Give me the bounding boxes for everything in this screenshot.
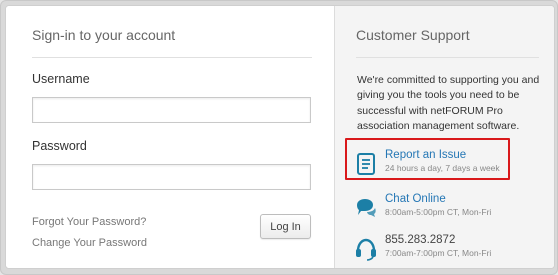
username-label: Username: [32, 72, 90, 86]
phone-support: 855.283.2872 7:00am-7:00pm CT, Mon-Fri: [355, 234, 545, 268]
password-label: Password: [32, 139, 87, 153]
headset-icon: [356, 238, 376, 261]
password-input[interactable]: [32, 164, 311, 190]
forgot-password-link[interactable]: Forgot Your Password?: [32, 216, 146, 228]
chat-online-title[interactable]: Chat Online: [385, 193, 446, 205]
support-intro: We're committed to supporting you and gi…: [357, 74, 540, 133]
signin-heading: Sign-in to your account: [32, 27, 176, 43]
support-heading: Customer Support: [356, 27, 470, 43]
change-password-link[interactable]: Change Your Password: [32, 237, 147, 249]
chat-online-link[interactable]: Chat Online 8:00am-5:00pm CT, Mon-Fri: [355, 193, 545, 227]
chat-icon: [357, 199, 376, 217]
signin-divider: [32, 57, 312, 58]
report-issue-highlight: [345, 138, 510, 180]
username-input[interactable]: [32, 97, 311, 123]
phone-number: 855.283.2872: [385, 234, 456, 246]
chat-online-hours: 8:00am-5:00pm CT, Mon-Fri: [385, 207, 492, 217]
login-card: Sign-in to your account Username Passwor…: [5, 5, 555, 269]
login-button[interactable]: Log In: [260, 214, 311, 239]
signin-panel: Sign-in to your account Username Passwor…: [6, 6, 334, 268]
phone-hours: 7:00am-7:00pm CT, Mon-Fri: [385, 248, 492, 258]
support-divider: [356, 57, 539, 58]
